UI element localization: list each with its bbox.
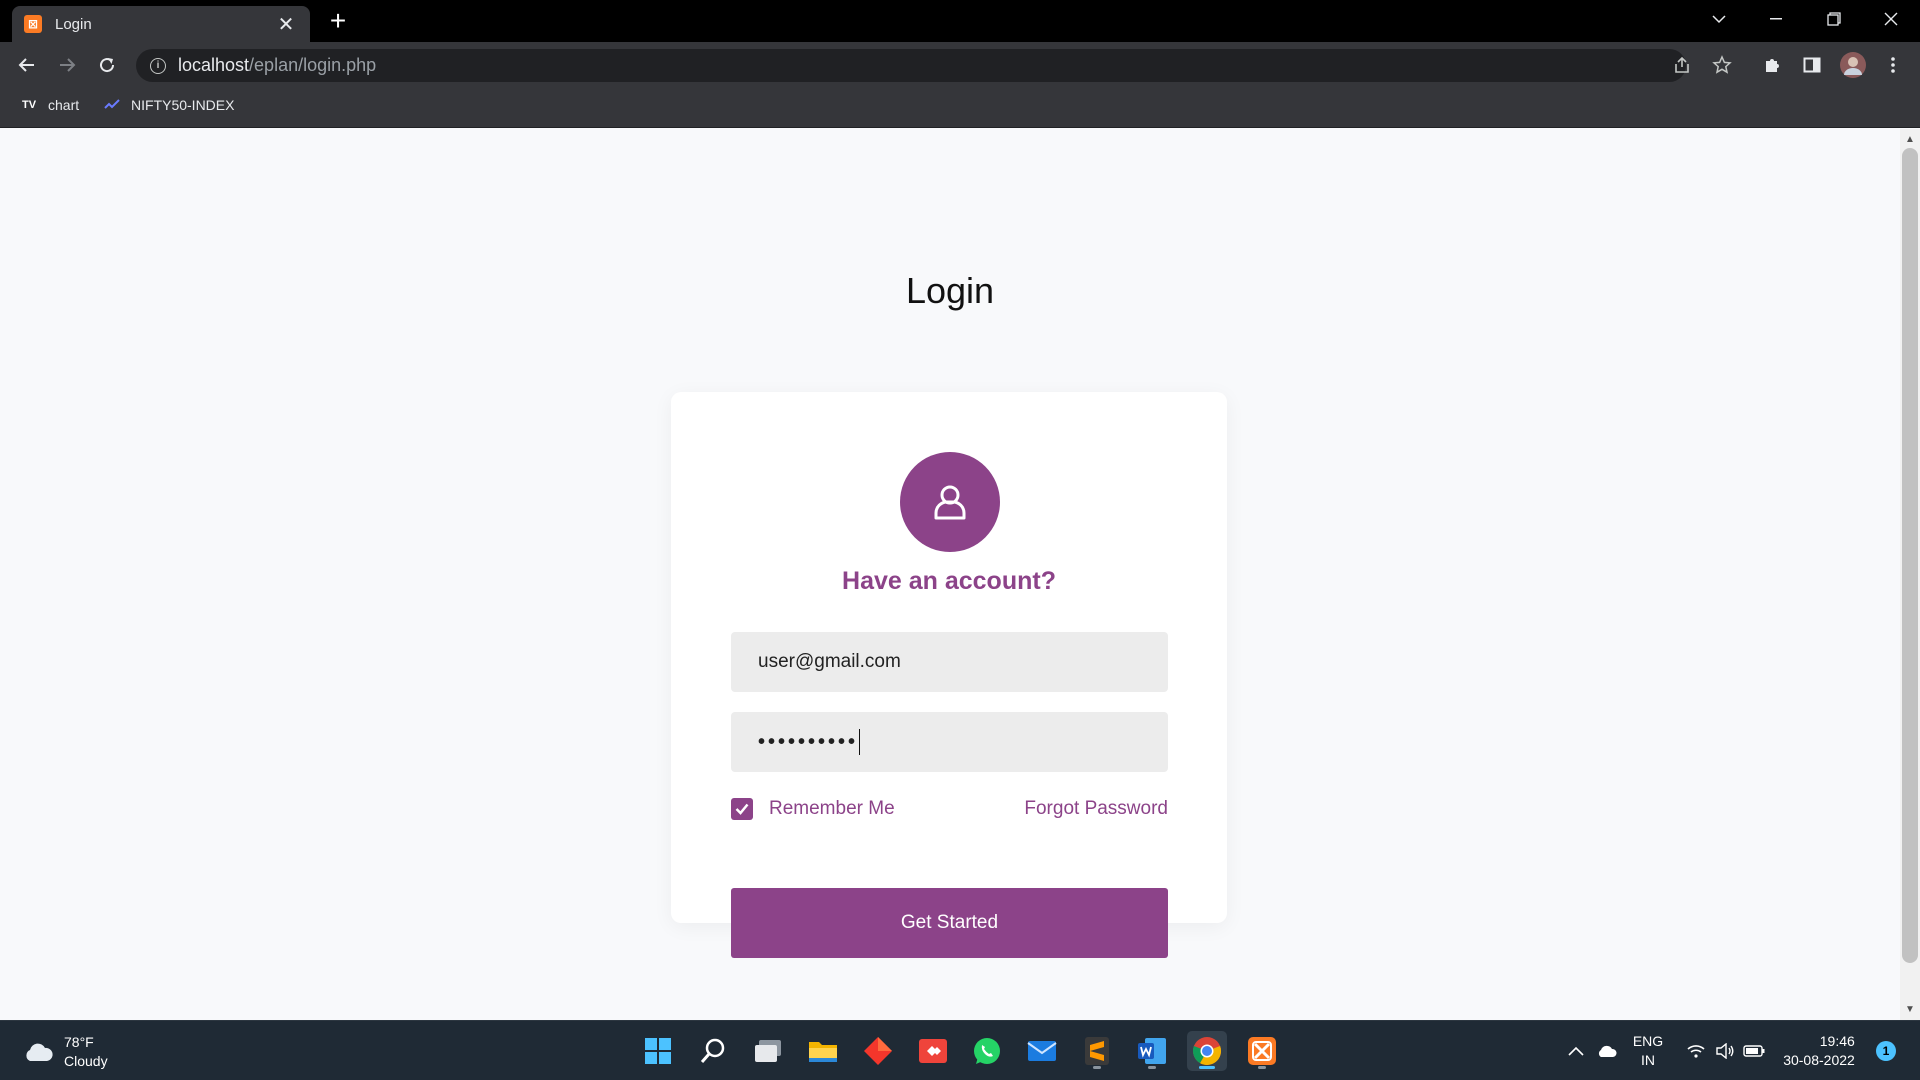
running-indicator (1148, 1066, 1156, 1069)
wifi-icon[interactable] (1682, 1021, 1710, 1080)
chart-bookmark-icon (103, 98, 121, 112)
scroll-up-arrow-icon[interactable]: ▲ (1904, 134, 1916, 146)
volume-icon[interactable] (1711, 1021, 1739, 1080)
tab-title: Login (55, 15, 92, 33)
clock-date: 30-08-2022 (1783, 1052, 1855, 1068)
notification-center[interactable]: 1 (1873, 1021, 1899, 1080)
cloud-icon (26, 1043, 53, 1061)
bookmark-label: NIFTY50-INDEX (131, 97, 235, 113)
taskbar-chrome[interactable] (1187, 1031, 1227, 1071)
site-info-icon[interactable]: i (150, 57, 166, 74)
start-icon (645, 1038, 671, 1064)
remember-me-checkbox[interactable]: Remember Me (731, 798, 895, 820)
taskbar-anydesk[interactable] (913, 1031, 953, 1071)
anydesk-icon (919, 1039, 947, 1063)
running-indicator (1258, 1066, 1266, 1069)
bookmark-nifty50[interactable]: NIFTY50-INDEX (103, 97, 234, 113)
weather-temp: 78°F (64, 1034, 94, 1050)
tab-close-button[interactable]: ✕ (274, 12, 298, 37)
weather-widget[interactable]: 78°F Cloudy (22, 1033, 108, 1071)
get-started-button[interactable]: Get Started (731, 888, 1168, 958)
email-value: user@gmail.com (758, 651, 901, 672)
new-tab-button[interactable]: + (323, 5, 353, 36)
password-mask: •••••••••• (758, 730, 859, 753)
windows-taskbar: 78°F Cloudy ENG IN 19:46 30-08-2022 1 (0, 1020, 1920, 1080)
forgot-password-link[interactable]: Forgot Password (1000, 798, 1168, 820)
taskbar-mail[interactable] (1022, 1031, 1062, 1071)
taskbar-whatsapp[interactable] (967, 1031, 1007, 1071)
url-path: /eplan/login.php (249, 55, 377, 75)
forward-button[interactable] (52, 50, 82, 80)
language-region: IN (1641, 1052, 1655, 1068)
url-host: localhost (178, 55, 250, 75)
whatsapp-icon (974, 1038, 1000, 1064)
scrollbar-thumb[interactable] (1902, 148, 1918, 963)
battery-icon[interactable] (1740, 1021, 1768, 1080)
running-indicator (1199, 1066, 1215, 1069)
tab-strip: ⊠ Login ✕ + (0, 0, 1920, 42)
clock-time: 19:46 (1819, 1033, 1855, 1049)
file-explorer-icon (809, 1042, 837, 1062)
profile-avatar[interactable] (1838, 50, 1868, 80)
taskbar-search[interactable] (693, 1031, 733, 1071)
tradingview-icon: TV (21, 99, 37, 111)
taskbar-sublime[interactable] (1077, 1031, 1117, 1071)
mail-icon (1027, 1041, 1057, 1061)
restore-button[interactable] (1810, 0, 1858, 38)
minimize-button[interactable] (1752, 0, 1800, 38)
bookmark-chart[interactable]: TV chart (20, 97, 79, 113)
bookmarks-bar: TV chart NIFTY50-INDEX (0, 88, 1920, 128)
text-caret (859, 729, 861, 755)
tab-search-chevron-icon[interactable] (1695, 0, 1743, 38)
remember-me-label: Remember Me (769, 798, 895, 819)
search-icon (700, 1038, 725, 1063)
user-avatar-circle (900, 452, 1000, 552)
address-url: localhost/eplan/login.php (178, 55, 376, 76)
xampp-icon (1248, 1037, 1276, 1065)
file-explorer[interactable] (803, 1031, 843, 1071)
taskbar-app-diamond[interactable] (858, 1031, 898, 1071)
task-view-icon (755, 1040, 781, 1062)
word-icon (1138, 1038, 1166, 1064)
chrome-icon (1192, 1037, 1222, 1065)
task-view[interactable] (748, 1031, 788, 1071)
extensions-puzzle-icon[interactable] (1757, 50, 1787, 80)
user-icon (934, 485, 966, 520)
bookmark-label: chart (48, 97, 80, 113)
browser-toolbar: i localhost/eplan/login.php (0, 42, 1920, 88)
reload-button[interactable] (92, 50, 122, 80)
browser-tab[interactable]: ⊠ Login ✕ (12, 6, 310, 42)
email-field[interactable]: user@gmail.com (731, 632, 1168, 692)
address-bar[interactable]: i localhost/eplan/login.php (136, 49, 1686, 82)
notification-badge: 1 (1876, 1041, 1896, 1061)
sublime-text-icon (1085, 1037, 1109, 1065)
share-icon[interactable] (1667, 50, 1697, 80)
card-heading: Have an account? (842, 567, 1056, 595)
taskbar-word[interactable] (1132, 1031, 1172, 1071)
xampp-favicon-icon: ⊠ (24, 15, 42, 33)
app-diamond-icon (864, 1037, 892, 1065)
language-code: ENG (1632, 1033, 1664, 1049)
language-indicator[interactable]: ENG IN (1625, 1021, 1671, 1080)
start-button[interactable] (638, 1031, 678, 1071)
side-panel-icon[interactable] (1797, 50, 1827, 80)
page-title: Login (905, 270, 995, 311)
running-indicator (1093, 1066, 1101, 1069)
menu-kebab-icon[interactable] (1878, 50, 1908, 80)
onedrive-cloud-icon[interactable] (1590, 1021, 1624, 1080)
tray-overflow-chevron-icon[interactable] (1561, 1021, 1591, 1080)
close-window-button[interactable] (1867, 0, 1915, 38)
system-clock[interactable]: 19:46 30-08-2022 (1776, 1021, 1862, 1080)
checkbox-checked-icon[interactable] (731, 798, 753, 820)
weather-condition: Cloudy (64, 1053, 108, 1069)
back-button[interactable] (12, 50, 42, 80)
password-field[interactable]: •••••••••• (731, 712, 1168, 772)
scroll-down-arrow-icon[interactable]: ▼ (1904, 1004, 1916, 1016)
taskbar-xampp[interactable] (1242, 1031, 1282, 1071)
bookmark-star-icon[interactable] (1707, 50, 1737, 80)
